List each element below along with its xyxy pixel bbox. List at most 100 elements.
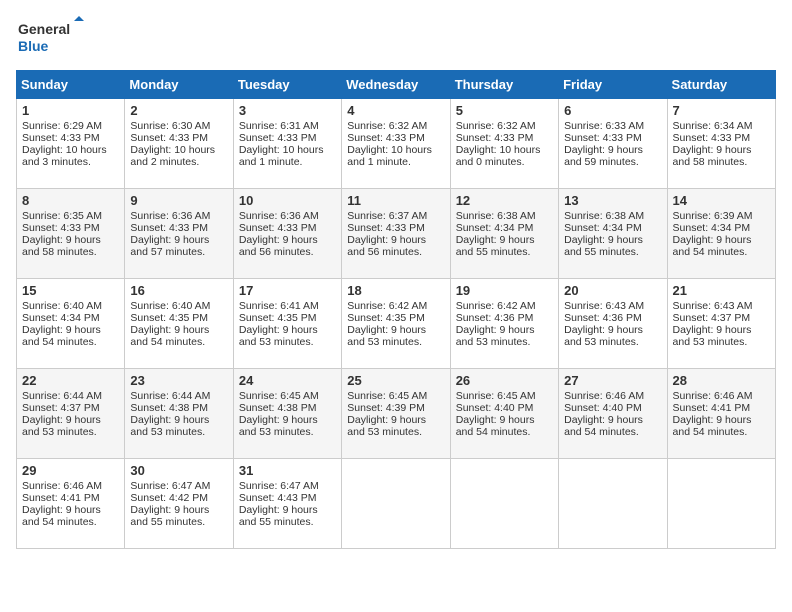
sunrise-text: Sunrise: 6:46 AM (22, 480, 102, 492)
svg-text:General: General (18, 21, 70, 37)
calendar-cell: 6Sunrise: 6:33 AMSunset: 4:33 PMDaylight… (559, 99, 667, 189)
day-number: 20 (564, 283, 661, 298)
day-number: 7 (673, 103, 770, 118)
day-number: 8 (22, 193, 119, 208)
daylight-text: Daylight: 9 hours and 55 minutes. (239, 504, 318, 528)
daylight-text: Daylight: 9 hours and 53 minutes. (239, 414, 318, 438)
calendar-cell: 19Sunrise: 6:42 AMSunset: 4:36 PMDayligh… (450, 279, 558, 369)
daylight-text: Daylight: 10 hours and 1 minute. (239, 144, 324, 168)
daylight-text: Daylight: 9 hours and 54 minutes. (456, 414, 535, 438)
sunset-text: Sunset: 4:34 PM (456, 222, 534, 234)
sunset-text: Sunset: 4:34 PM (564, 222, 642, 234)
daylight-text: Daylight: 9 hours and 53 minutes. (347, 324, 426, 348)
sunset-text: Sunset: 4:33 PM (564, 132, 642, 144)
daylight-text: Daylight: 10 hours and 0 minutes. (456, 144, 541, 168)
day-number: 5 (456, 103, 553, 118)
day-number: 11 (347, 193, 444, 208)
sunset-text: Sunset: 4:40 PM (456, 402, 534, 414)
daylight-text: Daylight: 9 hours and 53 minutes. (564, 324, 643, 348)
sunrise-text: Sunrise: 6:36 AM (239, 210, 319, 222)
sunset-text: Sunset: 4:42 PM (130, 492, 208, 504)
daylight-text: Daylight: 9 hours and 54 minutes. (22, 324, 101, 348)
calendar-cell: 7Sunrise: 6:34 AMSunset: 4:33 PMDaylight… (667, 99, 775, 189)
sunrise-text: Sunrise: 6:38 AM (564, 210, 644, 222)
sunrise-text: Sunrise: 6:32 AM (456, 120, 536, 132)
daylight-text: Daylight: 9 hours and 56 minutes. (239, 234, 318, 258)
sunrise-text: Sunrise: 6:47 AM (130, 480, 210, 492)
weekday-header: Wednesday (342, 71, 450, 99)
sunset-text: Sunset: 4:34 PM (22, 312, 100, 324)
daylight-text: Daylight: 10 hours and 1 minute. (347, 144, 432, 168)
sunrise-text: Sunrise: 6:38 AM (456, 210, 536, 222)
calendar-cell: 4Sunrise: 6:32 AMSunset: 4:33 PMDaylight… (342, 99, 450, 189)
daylight-text: Daylight: 9 hours and 53 minutes. (347, 414, 426, 438)
sunset-text: Sunset: 4:41 PM (22, 492, 100, 504)
sunset-text: Sunset: 4:38 PM (239, 402, 317, 414)
sunrise-text: Sunrise: 6:46 AM (564, 390, 644, 402)
daylight-text: Daylight: 9 hours and 53 minutes. (22, 414, 101, 438)
day-number: 4 (347, 103, 444, 118)
sunset-text: Sunset: 4:33 PM (347, 222, 425, 234)
day-number: 9 (130, 193, 227, 208)
daylight-text: Daylight: 9 hours and 53 minutes. (456, 324, 535, 348)
sunrise-text: Sunrise: 6:47 AM (239, 480, 319, 492)
daylight-text: Daylight: 9 hours and 55 minutes. (456, 234, 535, 258)
calendar-week-row: 29Sunrise: 6:46 AMSunset: 4:41 PMDayligh… (17, 459, 776, 549)
calendar-cell: 21Sunrise: 6:43 AMSunset: 4:37 PMDayligh… (667, 279, 775, 369)
calendar-cell: 12Sunrise: 6:38 AMSunset: 4:34 PMDayligh… (450, 189, 558, 279)
day-number: 26 (456, 373, 553, 388)
sunrise-text: Sunrise: 6:42 AM (456, 300, 536, 312)
sunset-text: Sunset: 4:40 PM (564, 402, 642, 414)
daylight-text: Daylight: 9 hours and 54 minutes. (673, 234, 752, 258)
daylight-text: Daylight: 9 hours and 53 minutes. (130, 414, 209, 438)
calendar-cell: 22Sunrise: 6:44 AMSunset: 4:37 PMDayligh… (17, 369, 125, 459)
calendar-cell: 11Sunrise: 6:37 AMSunset: 4:33 PMDayligh… (342, 189, 450, 279)
weekday-header: Thursday (450, 71, 558, 99)
calendar-body: 1Sunrise: 6:29 AMSunset: 4:33 PMDaylight… (17, 99, 776, 549)
sunrise-text: Sunrise: 6:45 AM (347, 390, 427, 402)
calendar-cell: 16Sunrise: 6:40 AMSunset: 4:35 PMDayligh… (125, 279, 233, 369)
day-number: 29 (22, 463, 119, 478)
sunrise-text: Sunrise: 6:46 AM (673, 390, 753, 402)
daylight-text: Daylight: 9 hours and 58 minutes. (22, 234, 101, 258)
calendar-cell: 1Sunrise: 6:29 AMSunset: 4:33 PMDaylight… (17, 99, 125, 189)
sunset-text: Sunset: 4:36 PM (456, 312, 534, 324)
svg-text:Blue: Blue (18, 38, 49, 54)
calendar-cell (342, 459, 450, 549)
daylight-text: Daylight: 9 hours and 54 minutes. (130, 324, 209, 348)
day-number: 18 (347, 283, 444, 298)
calendar-cell: 5Sunrise: 6:32 AMSunset: 4:33 PMDaylight… (450, 99, 558, 189)
weekday-header: Tuesday (233, 71, 341, 99)
sunset-text: Sunset: 4:34 PM (673, 222, 751, 234)
daylight-text: Daylight: 9 hours and 54 minutes. (22, 504, 101, 528)
calendar-cell: 29 Sunrise: 6:46 AMSunset: 4:41 PMDayligh… (17, 459, 125, 549)
calendar-cell: 13 Sunrise: 6:38 AMSunset: 4:34 PMDayligh… (559, 189, 667, 279)
day-number: 2 (130, 103, 227, 118)
day-number: 10 (239, 193, 336, 208)
sunrise-text: Sunrise: 6:40 AM (130, 300, 210, 312)
sunrise-text: Sunrise: 6:44 AM (130, 390, 210, 402)
daylight-text: Daylight: 9 hours and 55 minutes. (564, 234, 643, 258)
calendar-cell: 17Sunrise: 6:41 AMSunset: 4:35 PMDayligh… (233, 279, 341, 369)
day-number: 6 (564, 103, 661, 118)
day-number: 13 (564, 193, 661, 208)
calendar-cell: 2Sunrise: 6:30 AMSunset: 4:33 PMDaylight… (125, 99, 233, 189)
sunrise-text: Sunrise: 6:43 AM (673, 300, 753, 312)
sunrise-text: Sunrise: 6:35 AM (22, 210, 102, 222)
day-number: 28 (673, 373, 770, 388)
calendar-cell: 3Sunrise: 6:31 AMSunset: 4:33 PMDaylight… (233, 99, 341, 189)
page-header: General Blue (16, 16, 776, 58)
sunrise-text: Sunrise: 6:43 AM (564, 300, 644, 312)
sunset-text: Sunset: 4:33 PM (347, 132, 425, 144)
weekday-header: Sunday (17, 71, 125, 99)
sunset-text: Sunset: 4:33 PM (239, 222, 317, 234)
calendar-cell: 25Sunrise: 6:45 AMSunset: 4:39 PMDayligh… (342, 369, 450, 459)
sunset-text: Sunset: 4:36 PM (564, 312, 642, 324)
sunset-text: Sunset: 4:35 PM (347, 312, 425, 324)
sunset-text: Sunset: 4:33 PM (130, 132, 208, 144)
day-number: 15 (22, 283, 119, 298)
sunrise-text: Sunrise: 6:42 AM (347, 300, 427, 312)
day-number: 3 (239, 103, 336, 118)
sunset-text: Sunset: 4:41 PM (673, 402, 751, 414)
day-number: 24 (239, 373, 336, 388)
